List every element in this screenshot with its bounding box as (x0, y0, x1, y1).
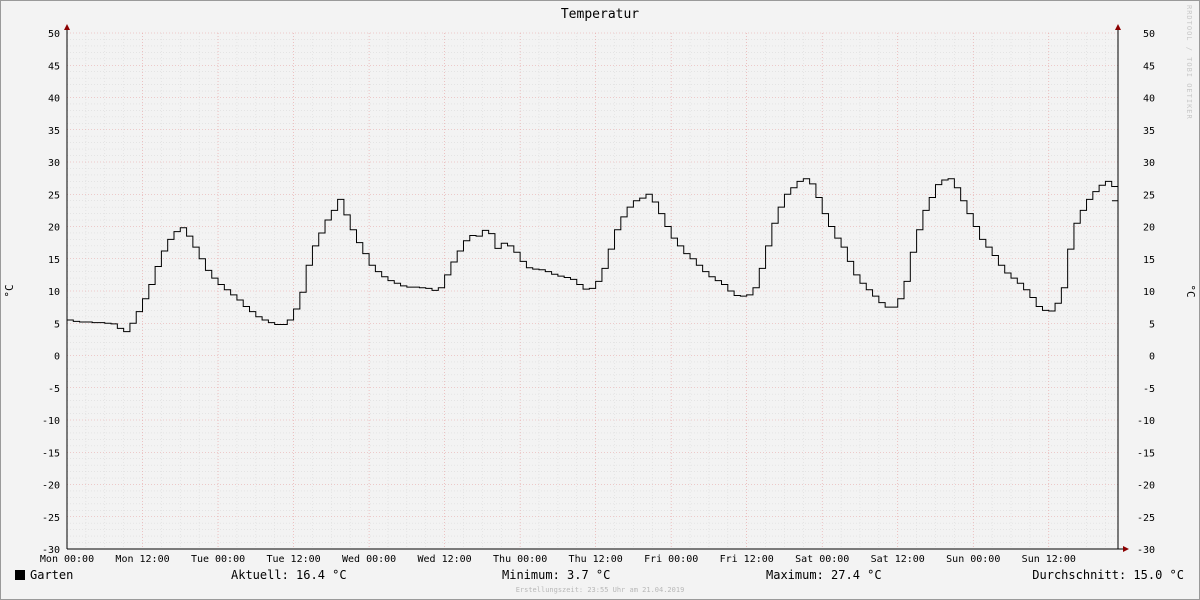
y-axis-label-left: °C (3, 284, 16, 297)
y-tick-label-left: 45 (48, 61, 60, 72)
y-tick-label-left: 20 (48, 223, 60, 234)
y-axis-arrow-right (1115, 24, 1121, 30)
x-tick-label: Wed 00:00 (342, 554, 396, 565)
x-tick-label: Sat 00:00 (795, 554, 849, 565)
legend-swatch (15, 570, 25, 580)
legend-current: Aktuell: 16.4 °C (231, 568, 347, 582)
y-tick-label-right: -15 (1137, 448, 1155, 459)
y-tick-label-left: 15 (48, 255, 60, 266)
y-tick-label-left: 50 (48, 29, 60, 40)
legend-average: Durchschnitt: 15.0 °C (1032, 568, 1184, 582)
y-tick-label-left: 5 (54, 319, 60, 330)
y-tick-label-right: 40 (1143, 94, 1155, 105)
y-tick-label-right: 15 (1143, 255, 1155, 266)
y-tick-label-left: 25 (48, 190, 60, 201)
creation-time: Erstellungszeit: 23:55 Uhr am 21.04.2019 (516, 586, 685, 594)
x-ticks: Mon 00:00 Mon 12:00 Tue 00:00 Tue 12:00 Wed … (40, 554, 1076, 565)
x-axis-arrow (1123, 546, 1129, 552)
x-tick-label: Sun 12:00 (1022, 554, 1076, 565)
y-tick-label-right: -10 (1137, 416, 1155, 427)
legend-series: Garten (15, 568, 73, 582)
chart-title: Temperatur (561, 7, 639, 22)
y-tick-label-left: -25 (42, 513, 60, 524)
y-tick-label-right: 50 (1143, 29, 1155, 40)
y-tick-label-left: 10 (48, 287, 60, 298)
y-tick-label-right: 25 (1143, 190, 1155, 201)
y-tick-label-left: 40 (48, 94, 60, 105)
series-line-garten (67, 178, 1119, 333)
y-tick-label-left: -15 (42, 448, 60, 459)
y-tick-label-right: 30 (1143, 158, 1155, 169)
legend-series-name: Garten (30, 568, 74, 582)
x-tick-label: Mon 00:00 (40, 554, 94, 565)
x-tick-label: Sat 12:00 (871, 554, 925, 565)
legend-minimum: Minimum: 3.7 °C (502, 568, 611, 582)
y-tick-label-right: -30 (1137, 545, 1155, 556)
y-tick-label-left: 0 (54, 352, 60, 363)
x-tick-label: Fri 12:00 (720, 554, 774, 565)
y-tick-label-left: 35 (48, 126, 60, 137)
y-tick-label-right: 35 (1143, 126, 1155, 137)
x-tick-label: Mon 12:00 (115, 554, 169, 565)
x-tick-label: Tue 12:00 (266, 554, 320, 565)
axes (64, 24, 1129, 552)
y-axis-label-right: °C (1184, 284, 1197, 297)
legend-maximum: Maximum: 27.4 °C (766, 568, 882, 582)
y-tick-label-right: 20 (1143, 223, 1155, 234)
y-ticks-left: 50454035302520151050-5-10-15-20-25-30 (42, 29, 60, 556)
y-tick-label-left: -20 (42, 481, 60, 492)
y-tick-label-left: -10 (42, 416, 60, 427)
y-ticks-right: 50454035302520151050-5-10-15-20-25-30 (1137, 29, 1155, 556)
watermark: RRDTOOL / TOBI OETIKER (1185, 5, 1193, 120)
y-tick-label-right: -25 (1137, 513, 1155, 524)
grid (67, 32, 1118, 550)
y-tick-label-left: 30 (48, 158, 60, 169)
temperature-chart: 50454035302520151050-5-10-15-20-25-30 50… (3, 5, 1197, 594)
y-tick-label-right: 0 (1149, 352, 1155, 363)
y-axis-arrow-left (64, 24, 70, 30)
x-tick-label: Tue 00:00 (191, 554, 245, 565)
y-tick-label-right: -5 (1143, 384, 1155, 395)
x-tick-label: Sun 00:00 (946, 554, 1000, 565)
x-tick-label: Fri 00:00 (644, 554, 698, 565)
x-tick-label: Thu 12:00 (569, 554, 623, 565)
y-tick-label-left: -5 (48, 384, 60, 395)
y-tick-label-right: 45 (1143, 61, 1155, 72)
y-tick-label-right: 5 (1149, 319, 1155, 330)
y-tick-label-right: 10 (1143, 287, 1155, 298)
y-tick-label-right: -20 (1137, 481, 1155, 492)
x-tick-label: Wed 12:00 (418, 554, 472, 565)
x-tick-label: Thu 00:00 (493, 554, 547, 565)
